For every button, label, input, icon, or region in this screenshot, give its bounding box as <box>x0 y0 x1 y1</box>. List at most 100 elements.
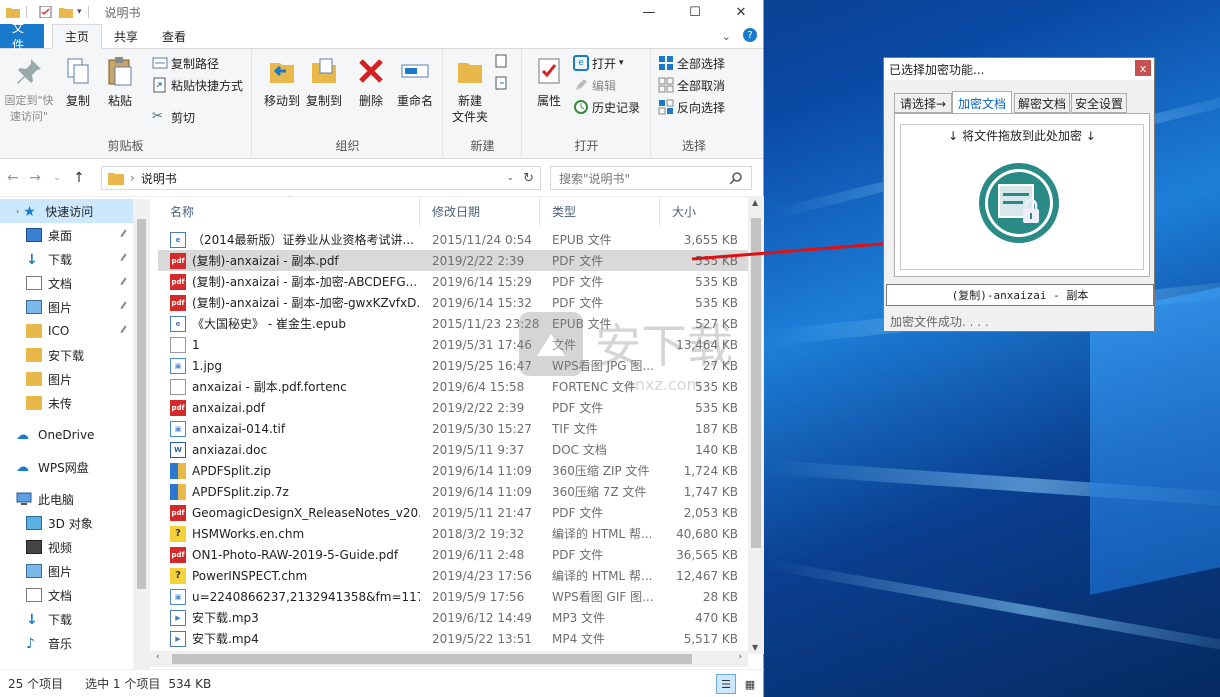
file-size: 527 KB <box>695 316 738 331</box>
table-row[interactable]: APDFSplit.zip 2019/6/14 11:09 360压缩 ZIP 文件… <box>158 460 748 481</box>
sidebar-item[interactable]: 视频 <box>0 535 150 559</box>
column-name[interactable]: 名称 ⌃ <box>158 196 420 226</box>
back-icon[interactable]: ← <box>2 170 24 186</box>
breadcrumb-chevron-icon: › <box>130 171 135 185</box>
nav-wps[interactable]: ☁ WPS网盘 <box>0 455 150 479</box>
paste-shortcut-button[interactable]: 粘贴快捷方式 <box>152 75 243 95</box>
image-file-icon: ▣ <box>170 588 186 605</box>
tab-file[interactable]: 文件 <box>0 21 44 52</box>
column-date[interactable]: 修改日期 <box>420 196 540 226</box>
breadcrumb[interactable]: 说明书 <box>141 170 177 187</box>
refresh-icon[interactable]: ↻ <box>523 171 534 186</box>
quick-access-dropdown-icon[interactable]: ▾ <box>77 7 82 17</box>
table-row[interactable]: ▶ 安下载.mp3 2019/6/12 14:49 MP3 文件 470 KB <box>158 607 748 628</box>
pin-quick-access-button[interactable]: 固定到"快速访问" <box>0 51 58 125</box>
minimize-button[interactable]: — <box>626 0 672 24</box>
horizontal-scrollbar[interactable]: ‹ › <box>150 651 748 667</box>
invert-selection-button[interactable]: 反向选择 <box>658 97 725 117</box>
sidebar-item[interactable]: 文档 <box>0 271 150 295</box>
table-row[interactable]: pdf (复制)-anxaizai - 副本-加密-gwxKZvfxD... 201… <box>158 292 748 313</box>
up-icon[interactable]: ↑ <box>68 170 90 186</box>
table-row[interactable]: pdf GeomagicDesignX_ReleaseNotes_v20... 20… <box>158 502 748 523</box>
sidebar-item[interactable]: 未传 <box>0 391 150 415</box>
table-row[interactable]: ▣ anxaizai-014.tif 2019/5/30 15:27 TIF 文件 18… <box>158 418 748 439</box>
table-row[interactable]: Wanxiazai.doc 2019/5/11 9:37 DOC 文档 140 KB <box>158 439 748 460</box>
maximize-button[interactable]: ☐ <box>672 0 718 24</box>
sidebar-item[interactable]: 图片 <box>0 559 150 583</box>
sidebar-item[interactable]: ICO <box>0 319 150 343</box>
table-row[interactable]: ▶ 安下载.mp4 2019/5/22 13:51 MP4 文件 5,517 KB <box>158 628 748 649</box>
help-icon[interactable]: ? <box>743 28 757 42</box>
sidebar-item[interactable]: ↓ 下载 <box>0 607 150 631</box>
close-button[interactable]: ✕ <box>718 0 764 24</box>
nav-scrollbar[interactable] <box>133 199 150 669</box>
file-size: 28 KB <box>702 589 738 604</box>
properties-button[interactable]: 属性 <box>529 51 569 109</box>
history-button[interactable]: 历史记录 <box>573 97 640 117</box>
table-row[interactable]: e （2014最新版）证券业从业资格考试讲... 2015/11/24 0:54 EP… <box>158 229 748 250</box>
sidebar-item[interactable]: 图片 <box>0 295 150 319</box>
new-item-icon[interactable] <box>494 53 510 69</box>
tab-security-settings[interactable]: 安全设置 <box>1071 93 1127 113</box>
sidebar-item[interactable]: ♪ 音乐 <box>0 631 150 655</box>
paste-button[interactable]: 粘贴 <box>100 51 140 109</box>
tab-select-function[interactable]: 请选择→ <box>894 93 952 113</box>
select-none-button[interactable]: 全部取消 <box>658 75 725 95</box>
nav-this-pc[interactable]: 此电脑 <box>0 487 150 511</box>
table-row[interactable]: e 《大国秘史》 - 崔金生.epub 2015/11/23 23:28 EPUB 文… <box>158 313 748 334</box>
cut-button[interactable]: ✂ 剪切 <box>152 107 195 127</box>
table-row[interactable]: ▣ u=2240866237,2132941358&fm=117... 2019/5… <box>158 586 748 607</box>
edit-button[interactable]: 编辑 <box>573 75 616 95</box>
nav-quick-access[interactable]: › ★ 快速访问 <box>0 199 150 223</box>
table-row[interactable]: APDFSplit.zip.7z 2019/6/14 11:09 360压缩 7Z … <box>158 481 748 502</box>
table-row[interactable]: pdf ON1-Photo-RAW-2019-5-Guide.pdf 2019/6/… <box>158 544 748 565</box>
address-dropdown-icon[interactable]: ⌄ <box>506 173 514 183</box>
tab-home[interactable]: 主页 <box>52 24 103 49</box>
open-button[interactable]: e 打开 ▾ <box>573 53 624 73</box>
sidebar-item[interactable]: 桌面 <box>0 223 150 247</box>
tab-view[interactable]: 查看 <box>150 24 198 48</box>
details-view-icon[interactable]: ☰ <box>716 674 736 694</box>
drop-area[interactable]: ↓ 将文件拖放到此处加密 ↓ <box>894 113 1150 277</box>
ribbon-collapse-icon[interactable]: ⌄ <box>722 30 731 43</box>
sidebar-item[interactable]: ↓ 下载 <box>0 247 150 271</box>
new-folder-icon[interactable] <box>59 6 73 18</box>
copy-path-button[interactable]: 复制路径 <box>152 53 219 73</box>
sidebar-item[interactable]: 3D 对象 <box>0 511 150 535</box>
properties-icon[interactable] <box>39 6 53 18</box>
sidebar-item[interactable]: 安下载 <box>0 343 150 367</box>
tab-encrypt[interactable]: 加密文档 <box>952 91 1012 114</box>
file-list-scrollbar[interactable]: ▲ ▼ <box>748 196 764 654</box>
forward-icon[interactable]: → <box>24 170 46 186</box>
select-all-button[interactable]: 全部选择 <box>658 53 725 73</box>
table-row[interactable]: pdf anxaizai.pdf 2019/2/22 2:39 PDF 文件 535 K… <box>158 397 748 418</box>
column-type[interactable]: 类型 <box>540 196 660 226</box>
table-row[interactable]: ? HSMWorks.en.chm 2018/3/2 19:32 编译的 HTML 帮… <box>158 523 748 544</box>
copy-button[interactable]: 复制 <box>60 51 96 109</box>
sidebar-item[interactable]: 图片 <box>0 367 150 391</box>
table-row[interactable]: 1 2019/5/31 17:46 文件 13,464 KB <box>158 334 748 355</box>
easy-access-icon[interactable] <box>494 75 510 91</box>
delete-button[interactable]: 删除 <box>353 51 389 109</box>
column-size[interactable]: 大小 <box>660 196 746 226</box>
table-row[interactable]: pdf (复制)-anxaizai - 副本-加密-ABCDEFG... 2019/… <box>158 271 748 292</box>
table-row[interactable]: anxaizai - 副本.pdf.fortenc 2019/6/4 15:58 F… <box>158 376 748 397</box>
large-icons-view-icon[interactable]: ▦ <box>740 674 760 694</box>
table-row[interactable]: ? PowerINSPECT.chm 2019/4/23 17:56 编译的 HTML… <box>158 565 748 586</box>
address-bar[interactable]: › 说明书 ⌄ ↻ <box>101 166 541 190</box>
rename-button[interactable]: 重命名 <box>391 51 439 109</box>
copy-to-button[interactable]: 复制到 <box>301 51 347 109</box>
search-input[interactable]: 搜索"说明书" <box>550 166 752 190</box>
tab-share[interactable]: 共享 <box>102 24 150 48</box>
table-row[interactable]: ▣ 1.jpg 2019/5/25 16:47 WPS看图 JPG 图... 27 KB <box>158 355 748 376</box>
tab-decrypt[interactable]: 解密文档 <box>1014 93 1070 113</box>
file-size: 13,464 KB <box>676 337 738 352</box>
expand-chevron-icon[interactable]: › <box>16 207 19 216</box>
recent-locations-icon[interactable]: ⌄ <box>46 173 68 183</box>
nav-onedrive[interactable]: ☁ OneDrive <box>0 423 150 447</box>
new-folder-button[interactable]: 新建 文件夹 <box>448 51 492 125</box>
move-to-button[interactable]: 移动到 <box>259 51 305 109</box>
table-row[interactable]: pdf (复制)-anxaizai - 副本.pdf 2019/2/22 2:39 P… <box>158 250 748 271</box>
dialog-close-button[interactable]: x <box>1135 60 1151 76</box>
sidebar-item[interactable]: 文档 <box>0 583 150 607</box>
